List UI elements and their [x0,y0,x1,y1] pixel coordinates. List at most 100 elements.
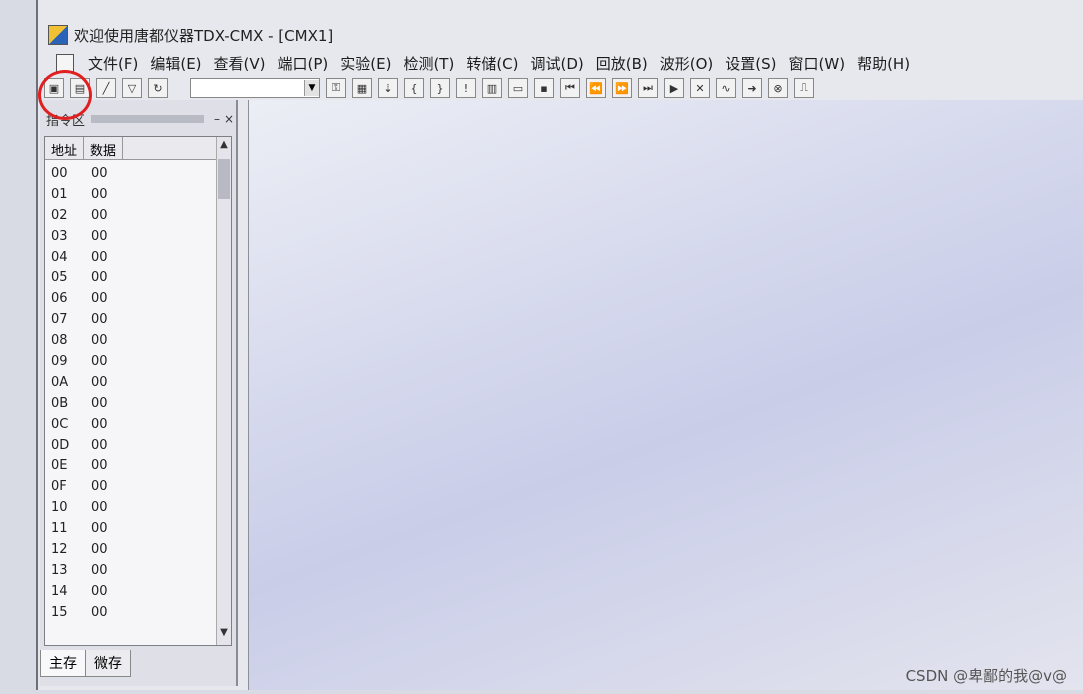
menu-experiment[interactable]: 实验(E) [334,53,397,74]
step-back-icon[interactable]: ⏮ [560,78,580,98]
value-cell[interactable]: 00 [91,500,131,515]
fast-forward-icon[interactable]: ⏩ [612,78,632,98]
value-cell[interactable]: 00 [91,563,131,578]
pulse-icon[interactable]: ⎍ [794,78,814,98]
table-row[interactable]: 14 00 [45,581,215,602]
address-cell: 0F [51,479,67,495]
menu-edit[interactable]: 编辑(E) [144,53,207,74]
step-forward-icon[interactable]: ⏭ [638,78,658,98]
filter-icon[interactable]: ▽ [122,78,142,98]
menu-dump[interactable]: 转储(C) [460,53,524,74]
menu-detect[interactable]: 检测(T) [397,53,460,74]
menu-playback[interactable]: 回放(B) [590,53,654,74]
value-cell[interactable]: 00 [91,166,131,181]
table-row[interactable]: 01 00 [45,184,215,205]
menu-help[interactable]: 帮助(H) [851,53,916,74]
address-cell: 10 [51,500,68,516]
value-cell[interactable]: 00 [91,438,131,453]
scroll-thumb[interactable] [218,159,230,199]
value-cell[interactable]: 00 [91,250,131,265]
key-icon[interactable]: ⚿ [326,78,346,98]
table-row[interactable]: 04 00 [45,247,215,268]
open-icon[interactable]: ▭ [508,78,528,98]
table-row[interactable]: 05 00 [45,267,215,288]
table-icon[interactable]: ▦ [352,78,372,98]
table-row[interactable]: 07 00 [45,309,215,330]
table-row[interactable]: 0E 00 [45,455,215,476]
chevron-up-icon[interactable]: ▲ [217,139,231,155]
waveform-icon[interactable]: ∿ [716,78,736,98]
table-row[interactable]: 03 00 [45,226,215,247]
table-row[interactable]: 11 00 [45,518,215,539]
value-cell[interactable]: 00 [91,417,131,432]
table-row[interactable]: 08 00 [45,330,215,351]
close-icon[interactable]: × [224,112,234,126]
download-icon[interactable]: ⇣ [378,78,398,98]
value-cell[interactable]: 00 [91,605,131,620]
rewind-icon[interactable]: ⏪ [586,78,606,98]
table-row[interactable]: 12 00 [45,539,215,560]
table-row[interactable]: 09 00 [45,351,215,372]
chevron-down-icon[interactable]: ▼ [217,627,231,643]
value-cell[interactable]: 00 [91,291,131,306]
tab-main-memory[interactable]: 主存 [40,650,86,677]
value-cell[interactable]: 00 [91,312,131,327]
menu-port[interactable]: 端口(P) [272,53,335,74]
arrow-right-icon[interactable]: ➜ [742,78,762,98]
panel-grip[interactable] [91,115,204,123]
table-row[interactable]: 00 00 [45,163,215,184]
value-cell[interactable]: 00 [91,187,131,202]
refresh-icon[interactable]: ↻ [148,78,168,98]
value-cell[interactable]: 00 [91,208,131,223]
table-row[interactable]: 02 00 [45,205,215,226]
value-cell[interactable]: 00 [91,521,131,536]
value-cell[interactable]: 00 [91,584,131,599]
value-cell[interactable]: 00 [91,479,131,494]
value-cell[interactable]: 00 [91,458,131,473]
tab-micro-memory[interactable]: 微存 [85,650,131,677]
column-data[interactable]: 数据 [84,137,124,159]
minimize-icon[interactable]: – [214,112,220,126]
stop-icon[interactable]: ✕ [690,78,710,98]
menu-waveform[interactable]: 波形(O) [654,53,720,74]
brace-icon[interactable]: { [404,78,424,98]
workspace-area[interactable] [248,100,1083,690]
address-cell: 03 [51,228,68,244]
address-cell: 0C [51,416,69,432]
menu-file[interactable]: 文件(F) [82,53,144,74]
chevron-down-icon[interactable]: ▼ [304,80,319,96]
column-address[interactable]: 地址 [45,137,85,159]
slash-icon[interactable]: ╱ [96,78,116,98]
value-cell[interactable]: 00 [91,375,131,390]
value-cell[interactable]: 00 [91,270,131,285]
value-cell[interactable]: 00 [91,396,131,411]
value-cell[interactable]: 00 [91,333,131,348]
menu-window[interactable]: 窗口(W) [783,53,852,74]
close-circle-icon[interactable]: ⊗ [768,78,788,98]
save-icon[interactable]: ▪ [534,78,554,98]
menu-view[interactable]: 查看(V) [208,53,272,74]
address-cell: 07 [51,312,68,328]
table-row[interactable]: 10 00 [45,497,215,518]
instruction-combo[interactable]: ▼ [190,78,320,98]
brace-step-icon[interactable]: } [430,78,450,98]
play-icon[interactable]: ▶ [664,78,684,98]
table-row[interactable]: 0B 00 [45,393,215,414]
value-cell[interactable]: 00 [91,354,131,369]
table-row[interactable]: 0C 00 [45,414,215,435]
table-row[interactable]: 13 00 [45,560,215,581]
table-row[interactable]: 06 00 [45,288,215,309]
table-row[interactable]: 0F 00 [45,476,215,497]
menu-settings[interactable]: 设置(S) [719,53,782,74]
alert-icon[interactable]: ! [456,78,476,98]
table-row[interactable]: 0A 00 [45,372,215,393]
value-cell[interactable]: 00 [91,229,131,244]
table-row[interactable]: 15 00 [45,602,215,623]
memory-table: 地址 数据 00 00 01 00 02 00 03 00 04 00 05 00 06 00… [44,136,232,646]
menu-debug[interactable]: 调试(D) [525,53,590,74]
address-cell: 08 [51,333,68,349]
table-row[interactable]: 0D 00 [45,435,215,456]
ram-icon[interactable]: ▥ [482,78,502,98]
table-scrollbar[interactable]: ▲ ▼ [216,137,231,645]
value-cell[interactable]: 00 [91,542,131,557]
